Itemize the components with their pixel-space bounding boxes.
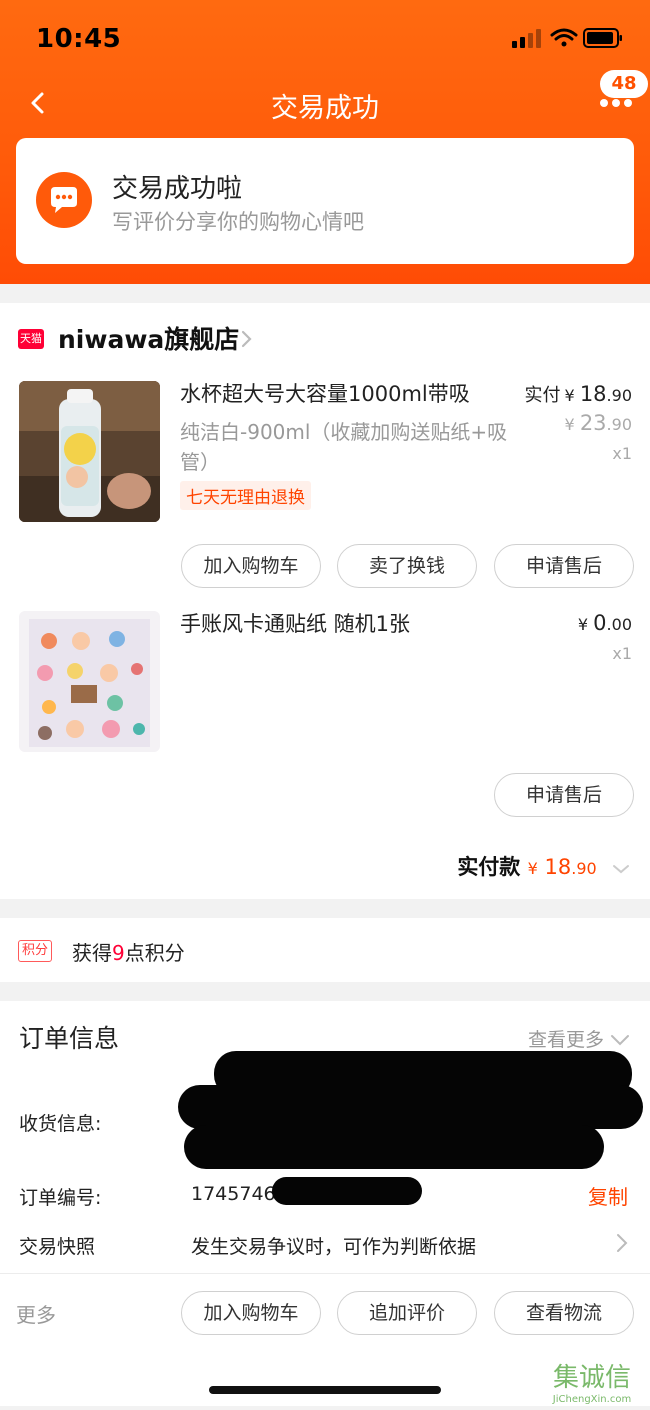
redaction-scribble xyxy=(184,1125,604,1169)
success-banner[interactable]: 交易成功啦 写评价分享你的购物心情吧 xyxy=(16,138,634,264)
cellular-signal-icon xyxy=(512,29,541,48)
divider xyxy=(0,1273,650,1274)
chevron-down-icon xyxy=(611,1035,629,1046)
status-time: 10:45 xyxy=(36,24,122,54)
view-logistics-button[interactable]: 查看物流 xyxy=(494,1291,634,1335)
seven-day-return-tag: 七天无理由退换 xyxy=(180,481,311,510)
snapshot-value[interactable]: 发生交易争议时，可作为判断依据 xyxy=(191,1232,476,1259)
total-paid[interactable]: 实付款 ¥ 18.90 xyxy=(457,851,630,881)
header: 10:45 交易成功 48 交易成功啦 写评价分享你的购物心情吧 xyxy=(0,0,650,284)
chevron-down-icon xyxy=(612,856,630,880)
item-quantity: x1 xyxy=(612,644,632,663)
paid-price: ¥ 0.00 xyxy=(577,611,632,635)
snapshot-label: 交易快照 xyxy=(19,1236,96,1258)
success-title: 交易成功啦 xyxy=(112,174,243,204)
more-label: 更多 xyxy=(16,1303,56,1327)
store-name[interactable]: niwawa旗舰店 xyxy=(58,320,239,356)
add-review-button[interactable]: 追加评价 xyxy=(337,1291,477,1335)
order-info-title: 订单信息 xyxy=(19,1024,120,1053)
message-count-badge: 48 xyxy=(600,70,648,98)
watermark-logo: 集诚信 JiChengXin.com xyxy=(534,1356,650,1406)
status-icons xyxy=(512,26,624,56)
more-menu-button[interactable] xyxy=(598,95,634,115)
product-title[interactable]: 手账风卡通贴纸 随机1张 xyxy=(180,609,410,639)
product-sku: 纯洁白-900ml（收藏加购送贴纸+吸管） xyxy=(180,420,508,474)
redaction-scribble xyxy=(178,1085,643,1129)
resell-button[interactable]: 卖了换钱 xyxy=(337,544,477,588)
battery-icon xyxy=(583,28,622,48)
shipping-info-label: 收货信息: xyxy=(19,1113,102,1135)
copy-button[interactable]: 复制 xyxy=(588,1181,628,1210)
page-title: 交易成功 xyxy=(271,93,379,124)
home-indicator xyxy=(209,1386,441,1394)
chevron-right-icon[interactable] xyxy=(240,329,254,353)
paid-price: 实付 ¥ 18.90 xyxy=(524,382,632,406)
chevron-right-icon[interactable] xyxy=(616,1233,628,1257)
chat-bubble-icon xyxy=(36,172,92,228)
points-text: 获得9点积分 xyxy=(72,941,185,965)
svg-text:集诚信: 集诚信 xyxy=(553,1363,631,1393)
product-title[interactable]: 水杯超大号大容量1000ml带吸 xyxy=(180,379,470,409)
store-order-card: 天猫 niwawa旗舰店 水杯超大号大容量1000ml带吸 纯洁白-900ml（… xyxy=(0,303,650,899)
after-sales-button[interactable]: 申请售后 xyxy=(494,544,634,588)
add-to-cart-button[interactable]: 加入购物车 xyxy=(181,1291,321,1335)
redaction-scribble xyxy=(272,1177,422,1205)
after-sales-button[interactable]: 申请售后 xyxy=(494,773,634,817)
product-image-stickers[interactable] xyxy=(19,611,160,752)
svg-text:JiChengXin.com: JiChengXin.com xyxy=(552,1394,631,1405)
points-row: 积分 获得9点积分 xyxy=(0,918,650,982)
success-subtitle: 写评价分享你的购物心情吧 xyxy=(112,210,364,234)
wifi-icon xyxy=(550,28,578,47)
order-info-card: 订单信息 查看更多 收货信息: 订单编号: 17457460 复制 交易快照 发… xyxy=(0,1001,650,1406)
tmall-badge: 天猫 xyxy=(18,329,44,349)
order-number-label: 订单编号: xyxy=(19,1187,102,1209)
item-quantity: x1 xyxy=(612,444,632,463)
add-to-cart-button[interactable]: 加入购物车 xyxy=(181,544,321,588)
product-image-water-bottle[interactable] xyxy=(19,381,160,522)
view-more-button[interactable]: 查看更多 xyxy=(528,1025,630,1052)
original-price: ¥ 23.90 xyxy=(564,411,632,435)
points-tag: 积分 xyxy=(18,940,53,962)
